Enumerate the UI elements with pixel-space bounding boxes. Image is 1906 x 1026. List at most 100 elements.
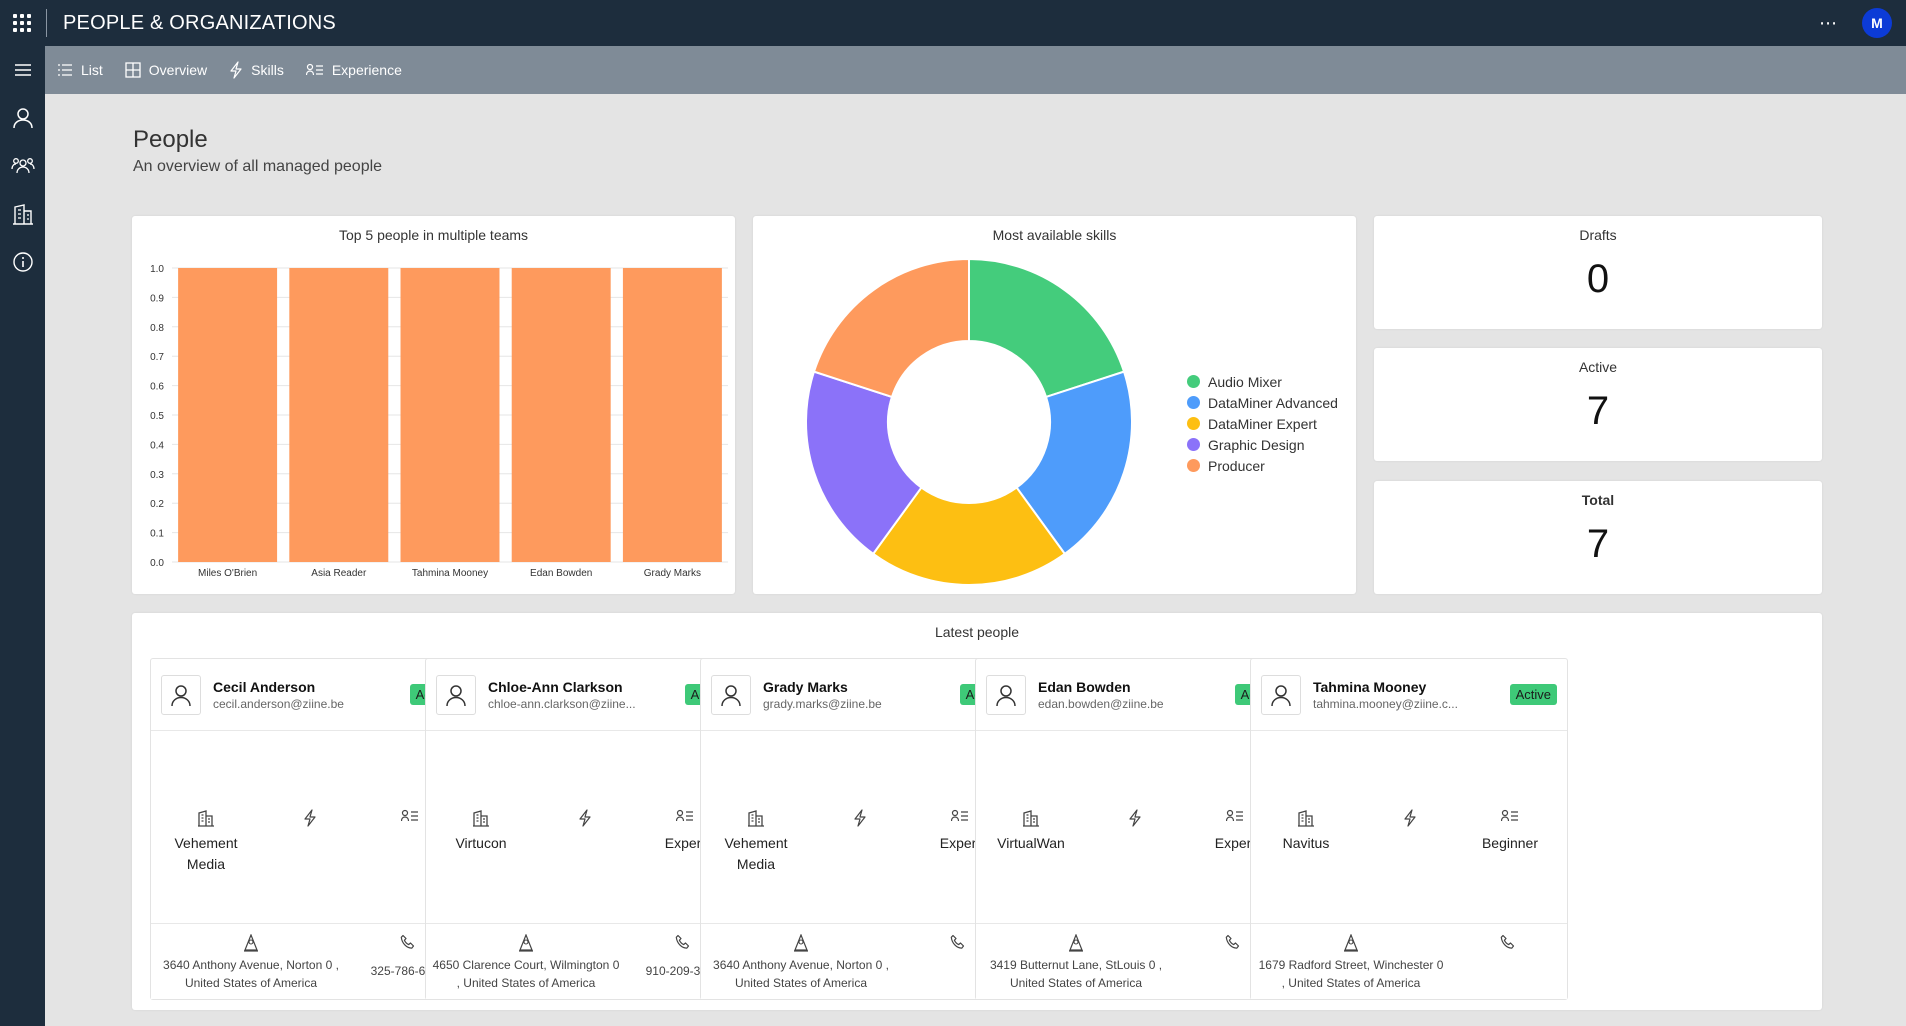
info-icon[interactable] <box>0 238 45 286</box>
person-experience: Beginner <box>1455 809 1565 854</box>
person-card-body: Navitus Beginner <box>1251 731 1567 923</box>
person-name[interactable]: Cecil Anderson <box>213 679 403 695</box>
y-tick-label: 0.0 <box>150 558 164 569</box>
toolbar-overview-label: Overview <box>148 62 208 78</box>
person-card[interactable]: Tahmina Mooney tahmina.mooney@ziine.c... A… <box>1250 658 1568 1000</box>
person-name[interactable]: Grady Marks <box>763 679 953 695</box>
toolbar-skills[interactable]: Skills <box>229 61 284 79</box>
person-skill <box>805 809 915 833</box>
person-card[interactable]: Grady Marksgrady.marks@ziine.beActiveVeh… <box>700 658 1018 1000</box>
person-address: 3640 Anthony Avenue, Norton 0 , United S… <box>707 934 895 992</box>
bar[interactable] <box>400 268 500 562</box>
donut-chart-card: Most available skills Audio Mixer DataMin… <box>753 216 1356 594</box>
person-card-footer: 1679 Radford Street, Winchester 0 , Unit… <box>1251 923 1567 999</box>
person-name[interactable]: Edan Bowden <box>1038 679 1228 695</box>
person-card-body: Vehement Media <box>151 731 467 923</box>
kpi-active-title: Active <box>1578 359 1618 375</box>
donut-legend: Audio Mixer DataMiner Advanced DataMiner E… <box>1187 371 1338 476</box>
person-card[interactable]: Cecil Andersoncecil.anderson@ziine.beAct… <box>150 658 468 1000</box>
latest-people-card: Latest people Cecil Anderson cecil.anders… <box>132 613 1822 1010</box>
person-email: grady.marks@ziine.be <box>763 696 882 711</box>
y-tick-label: 0.8 <box>150 323 164 334</box>
person-email: edan.bowden@ziine.be <box>1038 696 1164 711</box>
legend-label: Producer <box>1208 457 1265 474</box>
legend-swatch <box>1187 417 1200 430</box>
person-card-footer: 3640 Anthony Avenue, Norton 0 , United S… <box>151 923 467 999</box>
y-tick-label: 0.3 <box>150 470 164 481</box>
legend-item[interactable]: Audio Mixer <box>1187 371 1338 392</box>
person-card-header: Grady Marksgrady.marks@ziine.beActive <box>701 659 1017 731</box>
location-icon <box>982 934 1170 954</box>
lightning-icon <box>805 809 915 829</box>
bar[interactable] <box>178 268 278 562</box>
kpi-total: Total 7 <box>1374 481 1822 594</box>
person-name[interactable]: Tahmina Mooney <box>1313 679 1503 695</box>
latest-people-title: Latest people <box>934 624 1020 640</box>
person-card[interactable]: Chloe-Ann Clarkson chloe-ann.clarkson@zii… <box>425 658 743 1000</box>
page-title: People <box>133 126 208 153</box>
person-email: tahmina.mooney@ziine.c... <box>1313 696 1458 711</box>
person-icon <box>711 674 751 715</box>
user-avatar[interactable]: M <box>1862 8 1892 38</box>
donut-slice[interactable] <box>812 257 970 399</box>
legend-item[interactable]: DataMiner Advanced <box>1187 392 1338 413</box>
address-text: 1679 Radford Street, Winchester 0 , Unit… <box>1258 958 1444 990</box>
team-icon[interactable] <box>0 142 45 190</box>
legend-item[interactable]: Graphic Design <box>1187 434 1338 455</box>
toolbar-list[interactable]: List <box>57 62 103 78</box>
kpi-drafts-value: 0 <box>1586 257 1610 301</box>
y-tick-label: 1.0 <box>150 264 164 275</box>
person-icon <box>1261 674 1301 715</box>
person-card[interactable]: Edan Bowdenedan.bowden@ziine.beActiveVir… <box>975 658 1293 1000</box>
person-name[interactable]: Chloe-Ann Clarkson <box>488 679 678 695</box>
legend-swatch <box>1187 375 1200 388</box>
y-tick-label: 0.4 <box>150 440 164 451</box>
legend-swatch <box>1187 396 1200 409</box>
building-icon <box>1251 809 1361 829</box>
building-icon[interactable] <box>0 190 45 238</box>
grid-icon <box>125 62 141 78</box>
person-address: 1679 Radford Street, Winchester 0 , Unit… <box>1257 934 1445 992</box>
person-email: chloe-ann.clarkson@ziine... <box>488 696 636 711</box>
person-card-body: Vehement Media Expert <box>701 731 1017 923</box>
app-launcher-icon[interactable] <box>0 0 44 46</box>
person-skill <box>1080 809 1190 833</box>
kpi-active: Active 7 <box>1374 348 1822 461</box>
bar[interactable] <box>622 268 722 562</box>
person-address: 3419 Butternut Lane, StLouis 0 , United … <box>982 934 1170 992</box>
lightning-icon <box>530 809 640 829</box>
kpi-drafts-title: Drafts <box>1579 227 1617 243</box>
person-icon[interactable] <box>0 94 45 142</box>
toolbar-list-label: List <box>81 62 103 78</box>
lightning-icon <box>229 61 243 79</box>
bar[interactable] <box>289 268 389 562</box>
more-options-icon[interactable]: ⋯ <box>1819 13 1838 34</box>
organization-name: Navitus <box>1282 835 1330 851</box>
person-organization: VirtualWan <box>976 809 1086 854</box>
toolbar-overview[interactable]: Overview <box>125 62 207 78</box>
building-icon <box>701 809 811 829</box>
phone-icon[interactable] <box>1453 934 1563 954</box>
organization-name: Virtucon <box>455 835 507 851</box>
kpi-total-title: Total <box>1581 492 1615 508</box>
lightning-icon <box>1080 809 1190 829</box>
menu-icon[interactable] <box>0 46 45 94</box>
list-icon <box>57 63 73 77</box>
lightning-icon <box>1355 809 1465 829</box>
person-card-body: Virtucon Expert <box>426 731 742 923</box>
building-icon <box>976 809 1086 829</box>
person-card-footer: 3419 Butternut Lane, StLouis 0 , United … <box>976 923 1292 999</box>
donut-slice[interactable] <box>968 257 1126 399</box>
address-text: 3640 Anthony Avenue, Norton 0 , United S… <box>163 958 339 990</box>
address-text: 4650 Clarence Court, Wilmington 0 , Unit… <box>432 958 620 990</box>
bar[interactable] <box>511 268 611 562</box>
y-tick-label: 0.2 <box>150 499 164 510</box>
legend-item[interactable]: Producer <box>1187 455 1338 476</box>
y-tick-label: 0.5 <box>150 411 164 422</box>
toolbar-experience[interactable]: Experience <box>305 62 402 78</box>
legend-swatch <box>1187 459 1200 472</box>
person-card-body: VirtualWan Expert <box>976 731 1292 923</box>
legend-item[interactable]: DataMiner Expert <box>1187 413 1338 434</box>
x-tick-label: Miles O'Brien <box>198 568 257 579</box>
building-icon <box>151 809 261 829</box>
